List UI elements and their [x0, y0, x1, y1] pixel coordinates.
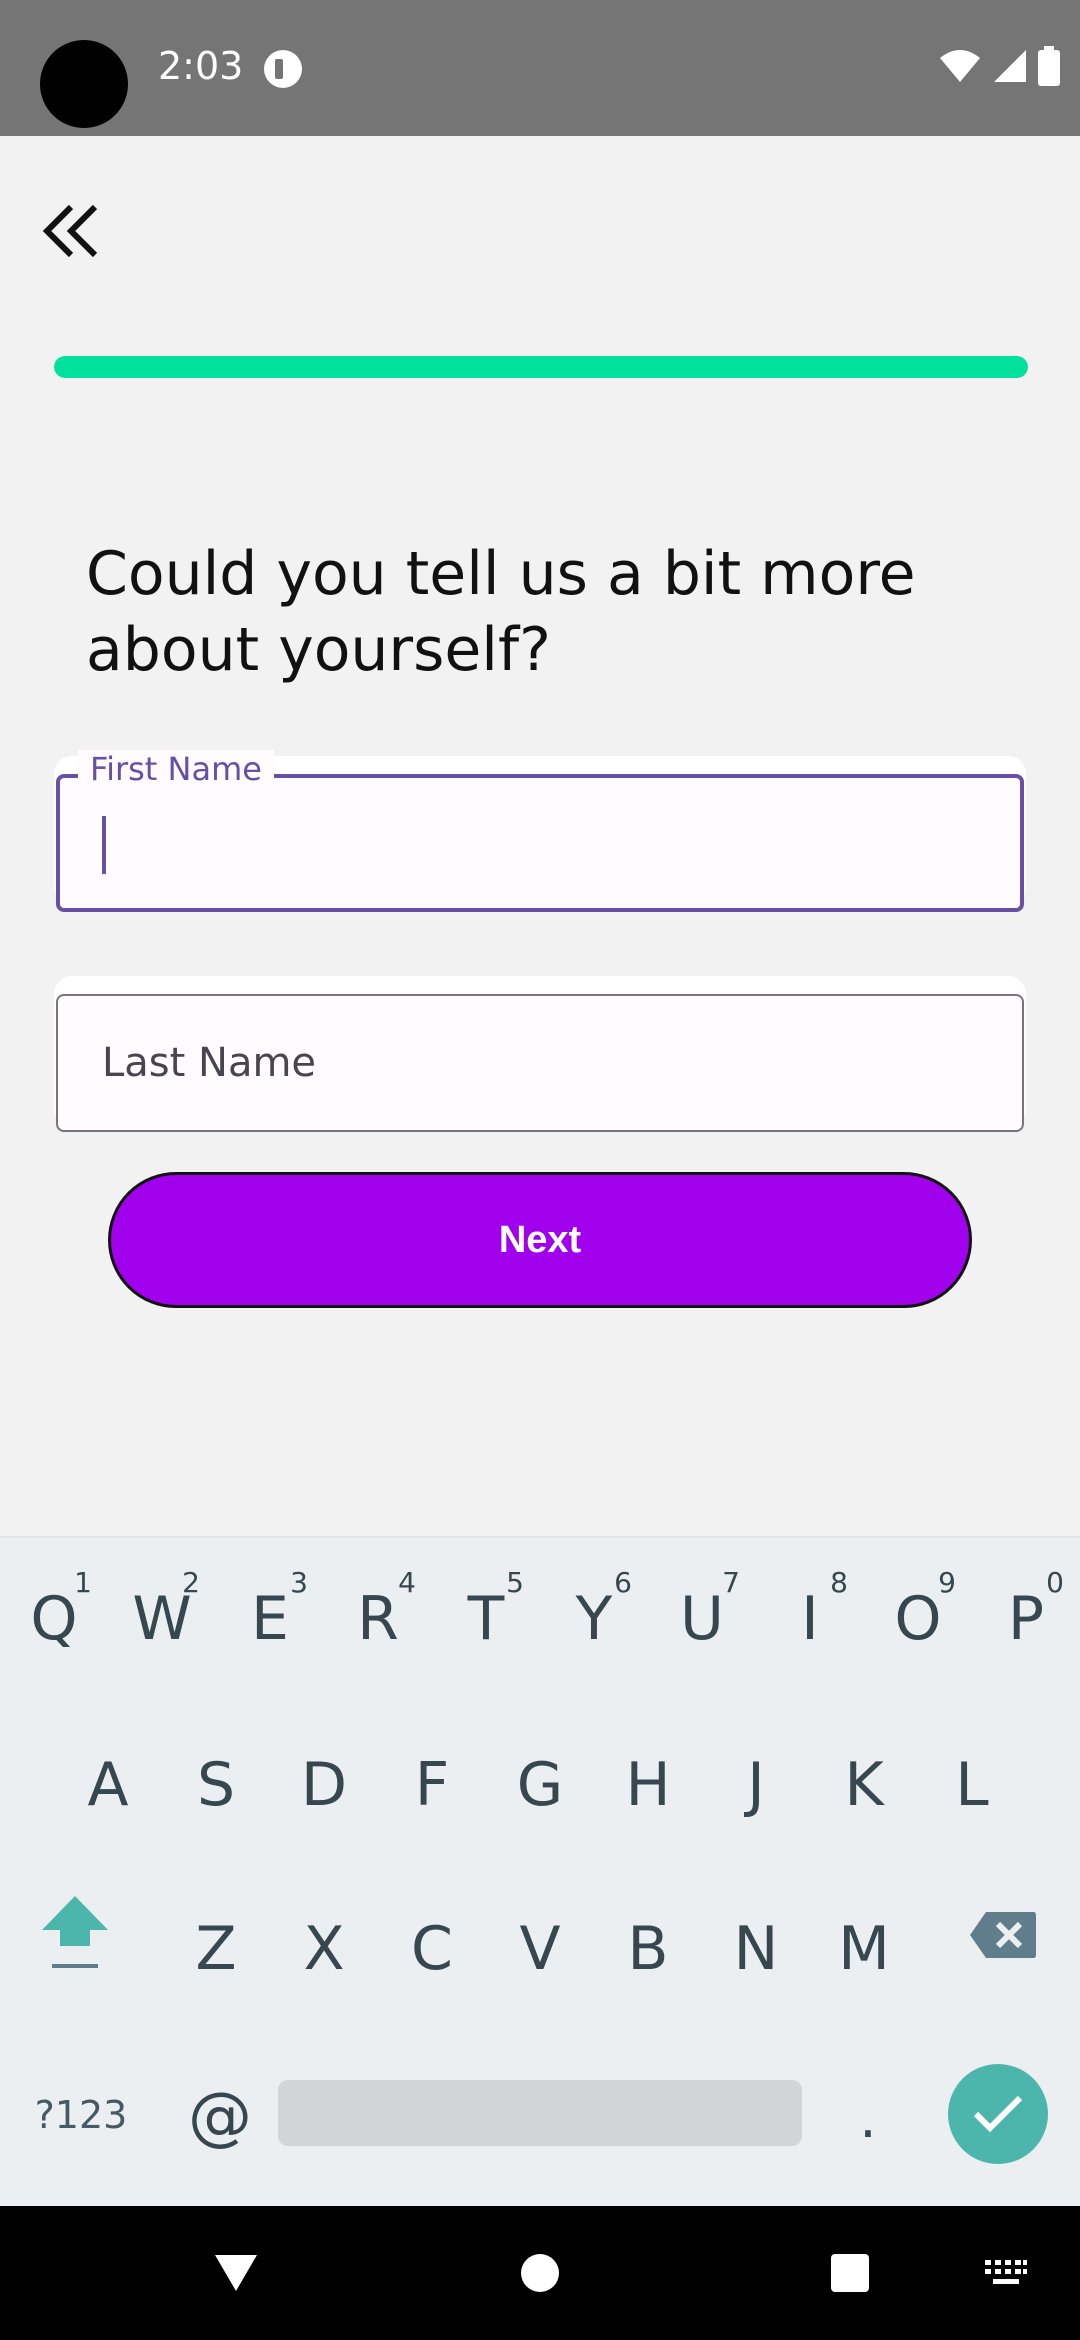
next-button[interactable]: Next [108, 1172, 972, 1308]
recents-square-icon [831, 2254, 869, 2292]
key-v[interactable]: V [488, 1874, 592, 2024]
status-bar: 2:03 [0, 0, 1080, 136]
key-s[interactable]: S [164, 1710, 268, 1860]
key-q-hint: 1 [74, 1566, 92, 1599]
key-p-hint: 0 [1046, 1566, 1064, 1599]
first-name-label: First Name [78, 750, 274, 788]
key-m[interactable]: M [812, 1874, 916, 2024]
key-o[interactable]: O9 [866, 1544, 970, 1694]
first-name-field[interactable]: First Name [56, 750, 1024, 912]
at-key[interactable]: @ [180, 2072, 260, 2162]
signal-icon [994, 50, 1026, 82]
space-key[interactable] [278, 2080, 802, 2146]
key-a[interactable]: A [56, 1710, 160, 1860]
battery-icon [1038, 46, 1060, 86]
key-t-label: T [467, 1584, 505, 1654]
period-key[interactable]: . [838, 2080, 898, 2150]
back-triangle-icon [215, 2255, 257, 2291]
key-g[interactable]: G [488, 1710, 592, 1860]
key-r-label: R [357, 1584, 399, 1654]
key-y[interactable]: Y6 [542, 1544, 646, 1694]
backspace-key[interactable] [968, 1910, 1038, 1980]
key-a-label: A [87, 1750, 129, 1820]
shift-arrow-icon [42, 1896, 108, 1968]
nav-recents-button[interactable] [810, 2206, 890, 2340]
key-w[interactable]: W2 [110, 1544, 214, 1694]
camera-cutout [40, 40, 128, 128]
key-z-label: Z [195, 1914, 237, 1984]
back-button[interactable] [38, 196, 104, 266]
key-p[interactable]: P0 [974, 1544, 1078, 1694]
key-i-hint: 8 [830, 1566, 848, 1599]
key-t[interactable]: T5 [434, 1544, 538, 1694]
key-h[interactable]: H [596, 1710, 700, 1860]
key-u[interactable]: U7 [650, 1544, 754, 1694]
key-h-label: H [625, 1750, 671, 1820]
key-r-hint: 4 [398, 1566, 416, 1599]
enter-key[interactable] [948, 2064, 1048, 2164]
key-q[interactable]: Q1 [2, 1544, 106, 1694]
keyboard-switch-button[interactable] [966, 2206, 1046, 2340]
key-m-label: M [838, 1914, 890, 1984]
key-j-label: J [747, 1750, 765, 1820]
key-x[interactable]: X [272, 1874, 376, 2024]
app-notification-icon [264, 50, 302, 88]
shift-key[interactable] [30, 1870, 120, 2020]
key-d[interactable]: D [272, 1710, 376, 1860]
backspace-icon [970, 1912, 1036, 1958]
nav-home-button[interactable] [500, 2206, 580, 2340]
key-b[interactable]: B [596, 1874, 700, 2024]
progress-bar-fill [54, 356, 1028, 378]
nav-back-button[interactable] [196, 2206, 276, 2340]
key-q-label: Q [30, 1584, 78, 1654]
key-f-label: F [414, 1750, 450, 1820]
text-cursor [102, 816, 106, 874]
key-s-label: S [196, 1750, 236, 1820]
last-name-placeholder: Last Name [102, 1040, 317, 1086]
key-d-label: D [300, 1750, 348, 1820]
key-i[interactable]: I8 [758, 1544, 862, 1694]
check-icon [973, 2095, 1023, 2133]
key-b-label: B [627, 1914, 669, 1984]
key-w-hint: 2 [182, 1566, 200, 1599]
wifi-icon [940, 50, 980, 82]
page-title: Could you tell us a bit more about yours… [86, 539, 916, 685]
key-c[interactable]: C [380, 1874, 484, 2024]
key-t-hint: 5 [506, 1566, 524, 1599]
keyboard-switch-icon [985, 2260, 1027, 2284]
status-icons [938, 46, 1060, 86]
key-c-label: C [411, 1914, 453, 1984]
key-z[interactable]: Z [164, 1874, 268, 2024]
key-e[interactable]: E3 [218, 1544, 322, 1694]
key-k-label: K [844, 1750, 884, 1820]
key-e-hint: 3 [290, 1566, 308, 1599]
key-u-hint: 7 [722, 1566, 740, 1599]
key-j[interactable]: J [704, 1710, 808, 1860]
key-k[interactable]: K [812, 1710, 916, 1860]
key-g-label: G [516, 1750, 564, 1820]
key-l-label: L [955, 1750, 989, 1820]
key-l[interactable]: L [920, 1710, 1024, 1860]
key-i-label: I [801, 1584, 819, 1654]
last-name-field[interactable]: Last Name [56, 994, 1024, 1132]
progress-bar [54, 356, 1028, 378]
key-f[interactable]: F [380, 1710, 484, 1860]
symbols-key[interactable]: ?123 [16, 2080, 146, 2150]
key-o-hint: 9 [938, 1566, 956, 1599]
system-nav-bar [0, 2206, 1080, 2340]
key-n[interactable]: N [704, 1874, 808, 2024]
key-e-label: E [251, 1584, 289, 1654]
key-v-label: V [519, 1914, 561, 1984]
key-r[interactable]: R4 [326, 1544, 430, 1694]
key-p-label: P [1007, 1584, 1045, 1654]
key-y-label: Y [575, 1584, 613, 1654]
double-chevron-left-icon [42, 204, 98, 258]
status-time: 2:03 [158, 44, 244, 88]
key-u-label: U [680, 1584, 724, 1654]
key-o-label: O [894, 1584, 942, 1654]
key-y-hint: 6 [614, 1566, 632, 1599]
key-n-label: N [733, 1914, 779, 1984]
home-circle-icon [521, 2254, 559, 2292]
key-x-label: X [303, 1914, 345, 1984]
